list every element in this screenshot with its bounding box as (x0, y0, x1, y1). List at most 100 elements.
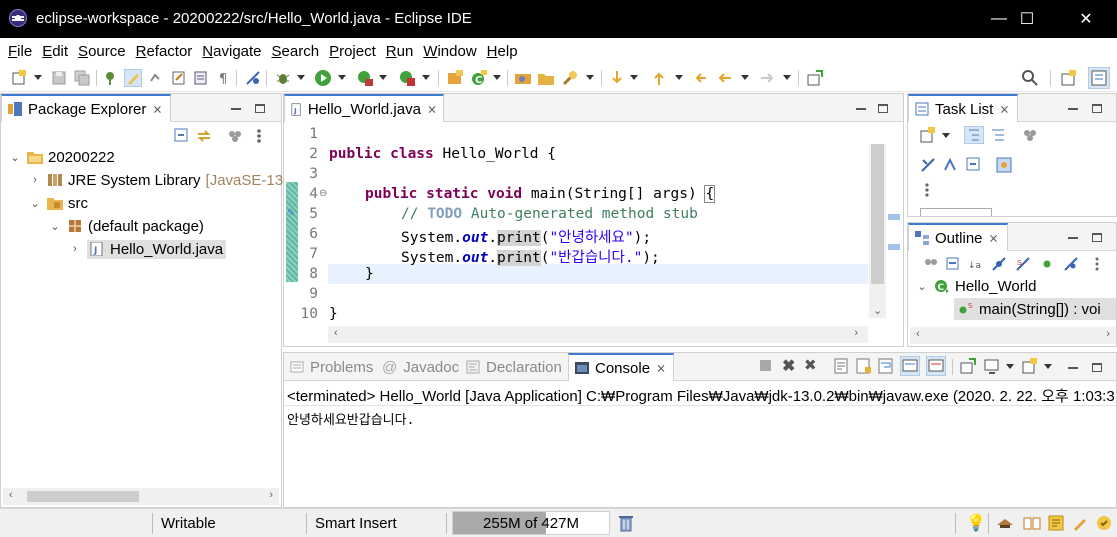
link-editor-icon[interactable] (196, 128, 212, 144)
chevron-down-icon[interactable]: ⌄ (49, 220, 61, 233)
menu-file[interactable]: File (4, 43, 36, 60)
fold-collapse-icon[interactable]: ⊖ (319, 188, 327, 199)
maximize-view-icon[interactable] (1092, 230, 1102, 244)
pin-console-icon[interactable] (960, 358, 976, 374)
menu-edit[interactable]: Edit (38, 43, 72, 60)
open-type-hierarchy-icon[interactable] (514, 69, 532, 87)
minimize-view-icon[interactable] (1068, 101, 1078, 115)
run-dropdown-icon[interactable] (338, 75, 346, 80)
debug-dropdown-icon[interactable] (297, 75, 305, 80)
prev-annotation-icon[interactable] (650, 69, 668, 87)
close-icon[interactable]: ⨯ (152, 102, 162, 116)
hide-non-public-icon[interactable] (1040, 257, 1054, 271)
hide-completed-icon[interactable] (920, 157, 936, 173)
book-icon[interactable] (1023, 515, 1041, 531)
show-on-output-icon[interactable] (900, 356, 920, 376)
new-dropdown-icon[interactable] (34, 75, 42, 80)
debug-icon[interactable] (274, 69, 292, 87)
new-class-dropdown-icon[interactable] (493, 75, 501, 80)
tab-hello-world[interactable]: J Hello_World.java ⨯ (284, 94, 444, 122)
whats-new-icon[interactable] (1096, 515, 1112, 531)
garbage-collect-icon[interactable] (618, 514, 634, 532)
chevron-down-icon[interactable]: ⌄ (29, 197, 41, 210)
last-edit-icon[interactable] (692, 69, 710, 87)
filter-icon[interactable] (924, 257, 938, 271)
search-tool-icon[interactable] (561, 69, 579, 87)
view-menu-icon[interactable] (922, 182, 932, 198)
maximize-button[interactable]: ☐ (1000, 0, 1054, 38)
menu-help[interactable]: Help (483, 43, 522, 60)
hat-icon[interactable] (996, 515, 1014, 531)
run-icon[interactable] (314, 69, 332, 87)
close-icon[interactable]: ⨯ (656, 361, 666, 375)
chevron-right-icon[interactable]: › (69, 243, 81, 255)
forward-dropdown-icon[interactable] (783, 75, 791, 80)
menu-search[interactable]: Search (268, 43, 324, 60)
package-explorer-hscrollbar[interactable]: ‹ › (3, 488, 279, 505)
tab-console[interactable]: Console ⨯ (568, 353, 674, 381)
terminate-icon[interactable] (760, 360, 771, 371)
heap-status[interactable]: 255M of 427M (452, 511, 610, 535)
highlight-icon[interactable] (124, 69, 142, 87)
whitespace-icon[interactable]: ¶ (214, 69, 232, 87)
sort-icon[interactable]: ↓a (968, 257, 982, 271)
forward-icon[interactable] (758, 69, 776, 87)
skip-breakpoints-icon[interactable] (244, 69, 262, 87)
scroll-left-icon[interactable]: ‹ (334, 327, 338, 339)
new-java-project-icon[interactable] (446, 69, 464, 87)
categorized-icon[interactable] (964, 126, 984, 144)
tab-problems[interactable]: Problems (284, 353, 379, 381)
tab-javadoc[interactable]: @ Javadoc (376, 353, 465, 381)
save-all-icon[interactable] (73, 69, 91, 87)
tree-project-row[interactable]: ⌄ 20200222 (9, 146, 114, 168)
toggle-mark-icon[interactable] (148, 69, 166, 87)
scroll-thumb[interactable] (871, 144, 884, 284)
word-wrap-icon[interactable] (878, 358, 894, 374)
close-icon[interactable]: ⨯ (999, 102, 1009, 116)
minimize-view-icon[interactable] (856, 101, 866, 115)
tree-file-row[interactable]: › J Hello_World.java (69, 238, 227, 260)
display-console-icon[interactable] (984, 358, 1000, 374)
hide-static-icon[interactable]: S (1016, 257, 1030, 271)
overview-marker[interactable] (888, 214, 900, 220)
editor-hscrollbar[interactable]: ‹ › (328, 326, 868, 343)
menu-run[interactable]: Run (382, 43, 418, 60)
external-tools-dropdown-icon[interactable] (422, 75, 430, 80)
pencil-icon[interactable] (1072, 515, 1088, 531)
chevron-right-icon[interactable]: › (29, 174, 41, 186)
clear-console-icon[interactable] (834, 358, 850, 374)
new-task-icon[interactable] (920, 127, 936, 143)
block-select-icon[interactable] (192, 69, 210, 87)
scroll-right-icon[interactable]: › (269, 489, 273, 501)
insert-mode-status[interactable]: Smart Insert (315, 515, 397, 532)
save-icon[interactable] (50, 69, 68, 87)
display-console-dropdown-icon[interactable] (1006, 364, 1014, 369)
next-annotation-dropdown-icon[interactable] (630, 75, 638, 80)
maximize-view-icon[interactable] (878, 101, 888, 115)
external-tools-icon[interactable] (398, 69, 416, 87)
scroll-right-icon[interactable]: › (854, 327, 858, 339)
show-on-error-icon[interactable] (926, 356, 946, 376)
tab-package-explorer[interactable]: Package Explorer ⨯ (1, 94, 171, 122)
open-folder-icon[interactable] (537, 69, 555, 87)
close-icon[interactable]: ⨯ (427, 102, 437, 116)
find-field[interactable] (920, 208, 992, 216)
maximize-view-icon[interactable] (1092, 101, 1102, 115)
open-console-dropdown-icon[interactable] (1044, 364, 1052, 369)
collapse-all-icon[interactable] (174, 128, 190, 144)
prev-annotation-dropdown-icon[interactable] (675, 75, 683, 80)
open-perspective-icon[interactable] (1060, 69, 1078, 87)
new-class-icon[interactable]: C (470, 69, 488, 87)
coverage-dropdown-icon[interactable] (379, 75, 387, 80)
filter-icon[interactable] (1022, 127, 1038, 143)
tab-task-list[interactable]: Task List ⨯ (908, 94, 1018, 122)
menu-source[interactable]: Source (74, 43, 130, 60)
remove-launch-icon[interactable]: ✖ (782, 356, 795, 376)
menu-project[interactable]: Project (325, 43, 380, 60)
chevron-down-icon[interactable]: ⌄ (916, 280, 928, 293)
search-icon[interactable] (1021, 69, 1039, 87)
console-output[interactable]: 안녕하세요반갑습니다. (287, 409, 414, 428)
close-icon[interactable]: ⨯ (989, 231, 999, 245)
scroll-left-icon[interactable]: ‹ (916, 328, 920, 340)
scroll-lock-icon[interactable] (856, 358, 872, 374)
